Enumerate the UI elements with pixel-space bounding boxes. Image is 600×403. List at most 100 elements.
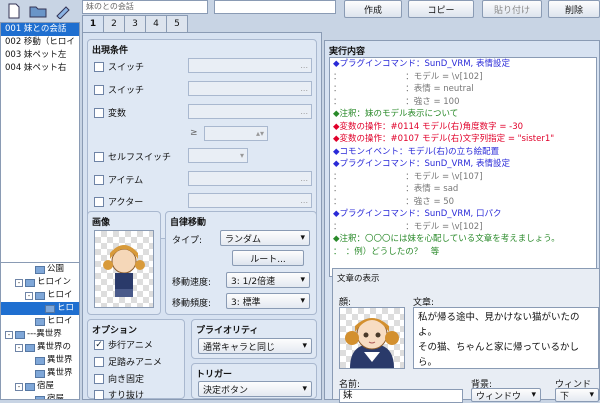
collapse-toggle-icon[interactable]: - [5, 330, 13, 339]
name-input[interactable]: 妹 [339, 389, 463, 403]
note-field[interactable] [214, 0, 336, 14]
character-sprite[interactable] [94, 230, 154, 308]
message-textarea[interactable]: 私が帰る途中、見かけない猫がいたのよ。 その猫、ちゃんと家に帰っているかしら。 [413, 307, 599, 369]
tree-node[interactable]: 公園 [1, 263, 79, 276]
command-line[interactable]: ： ：表情 = sad [330, 183, 596, 196]
command-line[interactable]: ： ：モデル = \v[102] [330, 71, 596, 84]
tree-node[interactable]: 宿屋 [1, 393, 79, 400]
tree-node[interactable]: - ヒロイ [1, 289, 79, 302]
command-line[interactable]: ◆コモンイベント：モデル(右)の立ち絵配置 [330, 146, 596, 159]
conditions-title: 出現条件 [92, 46, 129, 56]
collapse-toggle-icon[interactable]: - [15, 382, 23, 391]
command-line[interactable]: ◆注釈：妹のモデル表示について [330, 108, 596, 121]
switch2-select[interactable]: ... [188, 81, 312, 96]
checkbox-label: セルフスイッチ [108, 153, 172, 163]
checkbox-box [94, 107, 104, 118]
trigger-select[interactable]: 決定ボタン ▾ [198, 381, 312, 397]
command-line[interactable]: ： ：強さ = 50 [330, 196, 596, 209]
actor-select[interactable]: ... [188, 193, 312, 208]
create-button[interactable]: 作成 [344, 0, 402, 18]
tab-page-5[interactable]: 5 [166, 15, 188, 32]
variable-select[interactable]: ... [188, 104, 312, 119]
list-item[interactable]: 002 移動（ヒロイ [1, 36, 79, 49]
copy-button[interactable]: コピー [408, 0, 474, 18]
open-folder-icon[interactable] [28, 2, 48, 20]
collapse-toggle-icon[interactable]: - [15, 343, 23, 352]
tree-node-label: 宿屋 [47, 394, 65, 400]
self-switch-select[interactable]: ▾ [188, 148, 248, 163]
options-title: オプション [92, 326, 138, 336]
item-checkbox[interactable]: アイテム [94, 173, 143, 186]
tree-node-label: ヒロ [57, 303, 75, 313]
walk-anim-checkbox[interactable]: ✓ 歩行アニメ [94, 338, 153, 351]
collapse-toggle-icon[interactable]: - [15, 278, 23, 287]
move-speed-select[interactable]: 3: 1/2倍速 ▾ [226, 272, 310, 288]
command-line[interactable]: ◆プラグインコマンド：SunD_VRM, 表情設定 [330, 158, 596, 171]
command-line[interactable]: ◆プラグインコマンド：SunD_VRM, 表情設定 [330, 58, 596, 71]
command-line[interactable]: ： ：モデル = \v[102] [330, 221, 596, 234]
command-line[interactable]: ◆変数の操作：#0114 モデル(右)角度数字 = -30 [330, 121, 596, 134]
tree-node[interactable]: - ヒロイン [1, 276, 79, 289]
tree-node[interactable]: 異世界 [1, 367, 79, 380]
variable-checkbox[interactable]: 変数 [94, 106, 126, 119]
save-icon[interactable] [52, 2, 72, 20]
sprite-image [103, 245, 145, 297]
priority-select[interactable]: 通常キャラと同じ ▾ [198, 338, 312, 354]
face-image[interactable] [339, 307, 405, 369]
tree-node[interactable]: - ---異世界 [1, 328, 79, 341]
self-switch-checkbox[interactable]: セルフスイッチ [94, 150, 171, 163]
checkbox-label: アイテム [108, 176, 144, 186]
command-line[interactable]: ◆変数の操作：#0107 モデル(右)文字列指定 = "sister1" [330, 133, 596, 146]
move-type-select[interactable]: ランダム ▾ [220, 230, 310, 246]
list-item[interactable]: 001 妹との会話 [1, 23, 79, 36]
message-line-2: その猫、ちゃんと家に帰っているかしら。 [418, 342, 580, 368]
map-tree: 公園 - ヒロイン - ヒロイ ヒロ ヒロイ - ---異世界 - 異世界の 異世界 異世界 - 宿屋 宿屋 [0, 262, 80, 400]
switch2-checkbox[interactable]: スイッチ [94, 83, 144, 96]
command-line[interactable]: ◆プラグインコマンド：SunD_VRM, 口パク [330, 208, 596, 221]
move-freq-select[interactable]: 3: 標準 ▾ [226, 293, 310, 309]
route-button[interactable]: ルート... [232, 250, 304, 266]
command-line[interactable]: ： ：強さ = 100 [330, 96, 596, 109]
priority-value: 通常キャラと同じ [203, 342, 276, 353]
map-icon [45, 304, 55, 313]
paste-button[interactable]: 貼り付け [482, 0, 542, 18]
step-anim-checkbox[interactable]: 足踏みアニメ [94, 355, 162, 368]
tab-page-1[interactable]: 1 [82, 15, 104, 32]
switch1-select[interactable]: ... [188, 58, 312, 73]
dir-fix-checkbox[interactable]: 向き固定 [94, 372, 144, 385]
autonomous-move-group: 自律移動 タイプ: ランダム ▾ ルート... 移動速度: 3: 1/2倍速 ▾ 移… [165, 211, 317, 315]
map-icon [35, 395, 45, 399]
tree-node[interactable]: 異世界 [1, 354, 79, 367]
tree-node[interactable]: - 宿屋 [1, 380, 79, 393]
tab-page-4[interactable]: 4 [145, 15, 167, 32]
list-item[interactable]: 004 妹ペット右 [1, 62, 79, 75]
tree-node[interactable]: ヒロ [1, 302, 79, 315]
tab-page-2[interactable]: 2 [103, 15, 125, 32]
collapse-toggle-icon[interactable]: - [25, 291, 33, 300]
delete-button[interactable]: 削除 [548, 0, 600, 18]
new-file-icon[interactable] [4, 2, 24, 20]
command-line[interactable]: ◆注釈：〇〇〇には妹を心配している文章を考えましょう。 [330, 233, 596, 246]
command-line[interactable]: ： ：例）どうしたの？ 等 [330, 246, 596, 259]
variable-value-spinner[interactable]: ▴▾ [204, 126, 268, 141]
chevron-down-icon: ▾ [300, 233, 305, 243]
switch1-checkbox[interactable]: スイッチ [94, 60, 144, 73]
type-label: タイプ: [172, 236, 203, 246]
event-name-field[interactable]: 妹のとの会話 [82, 0, 208, 14]
item-select[interactable]: ... [188, 171, 312, 186]
conditions-group: 出現条件 スイッチ ... スイッチ ... 変数 ... ≥ ▴▾ セルフスイ… [87, 39, 317, 239]
through-checkbox[interactable]: すり抜け [94, 388, 144, 401]
tree-node[interactable]: ヒロイ [1, 315, 79, 328]
map-icon [25, 382, 35, 391]
map-icon [35, 369, 45, 378]
page-tabs: 1 2 3 4 5 [82, 15, 188, 32]
actor-checkbox[interactable]: アクター [94, 195, 143, 208]
chevron-down-icon: ▾ [300, 275, 305, 285]
trigger-group: トリガー 決定ボタン ▾ [191, 363, 317, 399]
tab-page-3[interactable]: 3 [124, 15, 146, 32]
command-line[interactable]: ： ：モデル = \v[107] [330, 171, 596, 184]
command-line[interactable]: ： ：表情 = neutral [330, 83, 596, 96]
command-list[interactable]: ◆プラグインコマンド：SunD_VRM, 表情設定： ：モデル = \v[102… [329, 57, 597, 277]
list-item[interactable]: 003 妹ペット左 [1, 49, 79, 62]
tree-node[interactable]: - 異世界の [1, 341, 79, 354]
